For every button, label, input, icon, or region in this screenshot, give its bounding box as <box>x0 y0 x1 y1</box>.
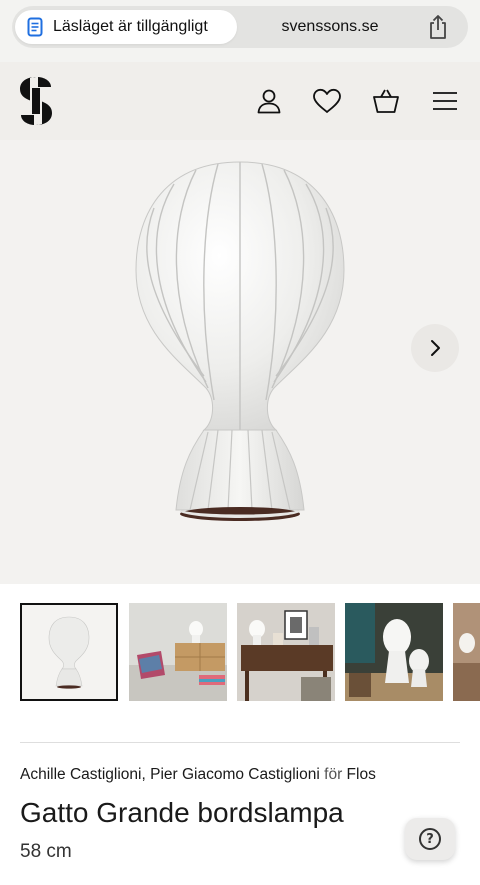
product-size: 58 cm <box>20 841 72 862</box>
designer-link-achille[interactable]: Achille Castiglioni <box>20 766 141 783</box>
thumbnail-product[interactable] <box>20 603 118 701</box>
divider <box>20 742 460 743</box>
brand-link-flos[interactable]: Flos <box>347 766 376 783</box>
product-title: Gatto Grande bordslampa <box>20 797 344 828</box>
wishlist-icon[interactable] <box>312 86 342 116</box>
for-label: för <box>324 766 343 783</box>
menu-icon[interactable] <box>430 86 460 116</box>
thumbnail-desk-scene[interactable] <box>237 603 335 701</box>
cart-icon[interactable] <box>371 86 401 116</box>
chevron-right-icon <box>431 340 440 356</box>
browser-toolbar: Läsläget är tillgängligt svenssons.se <box>0 0 480 62</box>
help-button[interactable]: ? <box>405 818 455 860</box>
designer-link-pier-giacomo[interactable]: Pier Giacomo Castiglioni <box>150 766 320 783</box>
reader-mode-label: Läsläget är tillgängligt <box>53 18 208 35</box>
account-icon[interactable] <box>254 86 284 116</box>
product-designers: Achille Castiglioni, Pier Giacomo Castig… <box>20 766 376 784</box>
thumbnail-dining-scene[interactable] <box>453 603 480 701</box>
url-text[interactable]: svenssons.se <box>252 18 408 36</box>
help-icon: ? <box>419 828 441 850</box>
share-icon[interactable] <box>426 14 450 40</box>
next-image-button[interactable] <box>411 324 459 372</box>
thumbnail-strip <box>0 603 480 703</box>
thumbnail-sideboard-scene[interactable] <box>129 603 227 701</box>
svenssons-logo[interactable] <box>18 76 54 126</box>
site-header <box>0 62 480 140</box>
designer-separator: , <box>141 766 146 783</box>
product-image-gallery[interactable] <box>0 140 480 584</box>
thumbnail-floor-lamps[interactable] <box>345 603 443 701</box>
reader-icon <box>27 17 43 37</box>
product-image-lamp <box>135 161 345 521</box>
reader-mode-button[interactable]: Läsläget är tillgängligt <box>15 10 237 44</box>
